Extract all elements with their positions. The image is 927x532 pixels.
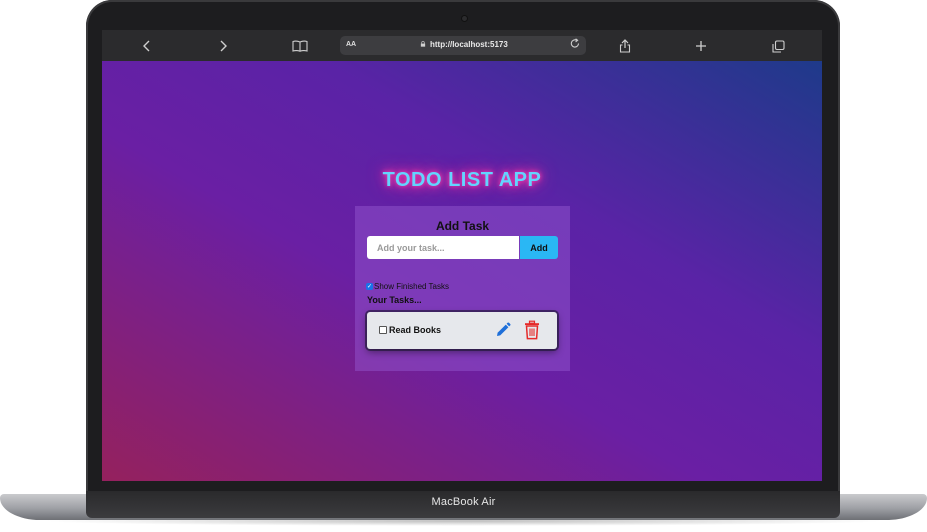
chevron-left-icon[interactable]	[137, 36, 157, 56]
add-button[interactable]: Add	[520, 236, 558, 259]
pencil-icon[interactable]	[494, 321, 512, 339]
share-icon[interactable]	[615, 36, 635, 56]
tasks-heading: Your Tasks...	[367, 295, 422, 305]
trash-icon[interactable]	[523, 320, 541, 340]
task-text: Read Books	[389, 325, 442, 335]
plus-icon[interactable]	[691, 36, 711, 56]
browser-toolbar: AA http://localhost:5173	[102, 30, 822, 61]
tabs-icon[interactable]	[768, 36, 788, 56]
lock-icon	[420, 41, 426, 47]
reload-icon[interactable]	[570, 38, 580, 52]
address-bar[interactable]: AA http://localhost:5173	[340, 36, 586, 55]
todo-card: Add Task Add ✓ Show Finished Tasks Your …	[355, 206, 570, 371]
task-input[interactable]	[367, 236, 519, 259]
screen: AA http://localhost:5173 TODO LIST APP A…	[102, 30, 822, 481]
show-finished-toggle[interactable]: ✓ Show Finished Tasks	[366, 282, 449, 291]
web-page: TODO LIST APP Add Task Add ✓ Show Finish…	[102, 61, 822, 481]
device-label: MacBook Air	[431, 496, 496, 508]
show-finished-label: Show Finished Tasks	[374, 282, 449, 291]
add-task-heading: Add Task	[435, 219, 490, 233]
book-icon[interactable]	[290, 36, 310, 56]
task-checkbox[interactable]	[379, 326, 387, 334]
app-title: TODO LIST APP	[382, 169, 542, 191]
text-size-button[interactable]: AA	[346, 41, 356, 48]
show-finished-checkbox[interactable]: ✓	[366, 283, 373, 290]
task-item: Read Books	[367, 312, 557, 349]
camera	[462, 16, 467, 21]
chevron-right-icon[interactable]	[213, 36, 233, 56]
url-text: http://localhost:5173	[430, 40, 508, 49]
